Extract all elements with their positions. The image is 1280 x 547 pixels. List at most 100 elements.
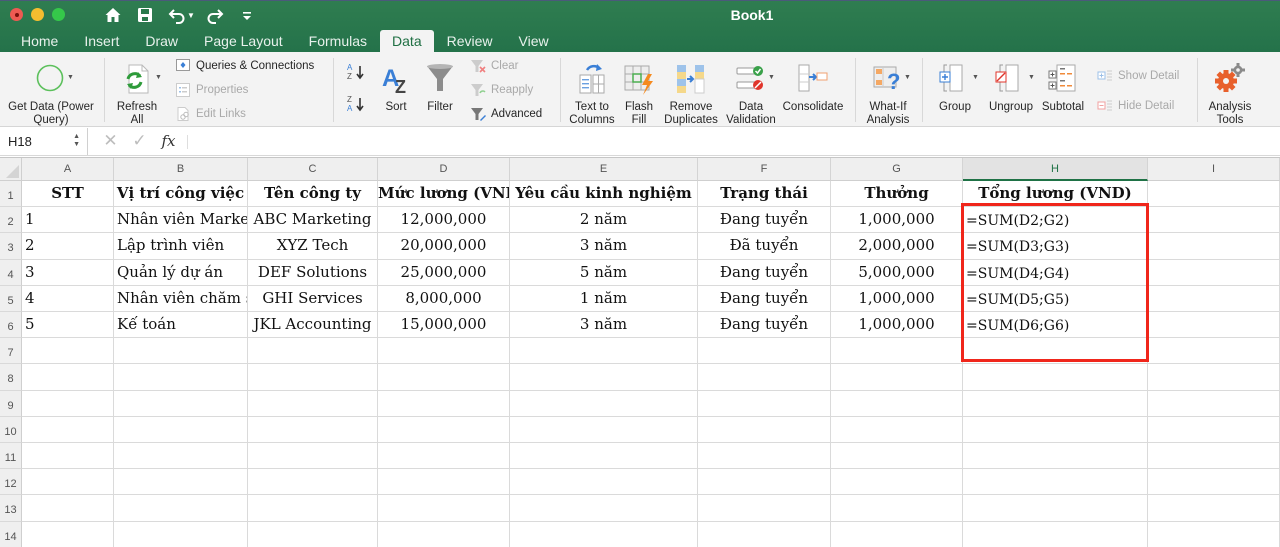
cell-d7[interactable] (378, 338, 510, 365)
cell-g11[interactable] (831, 443, 963, 470)
cell-b4[interactable]: Quản lý dự án (114, 259, 248, 286)
cell-b13[interactable] (114, 495, 248, 522)
cell-c8[interactable] (248, 364, 378, 391)
cell-i1[interactable] (1148, 181, 1280, 208)
cell-f5[interactable]: Đang tuyển (698, 285, 831, 312)
cell-a9[interactable] (22, 390, 114, 417)
row-header-9[interactable]: 9 (0, 390, 22, 417)
column-header-e[interactable]: E (510, 158, 698, 181)
cell-h7[interactable] (963, 338, 1148, 365)
cell-g14[interactable] (831, 521, 963, 547)
cell-f14[interactable] (698, 521, 831, 547)
cell-e14[interactable] (510, 521, 698, 547)
edit-links-button[interactable]: Edit Links (175, 105, 246, 123)
cell-a2[interactable]: 1 (22, 207, 114, 234)
cell-f11[interactable] (698, 443, 831, 470)
cell-c14[interactable] (248, 521, 378, 547)
get-data-dropdown-icon[interactable]: ▼ (67, 74, 74, 81)
cell-b14[interactable] (114, 521, 248, 547)
cell-d1[interactable]: Mức lương (VND) (378, 181, 510, 208)
cell-g5[interactable]: 1,000,000 (831, 285, 963, 312)
row-header-12[interactable]: 12 (0, 469, 22, 496)
cell-e1[interactable]: Yêu cầu kinh nghiệm (510, 181, 698, 208)
column-header-h[interactable]: H (963, 158, 1148, 181)
cell-h10[interactable] (963, 416, 1148, 443)
cell-i8[interactable] (1148, 364, 1280, 391)
cell-f3[interactable]: Đã tuyển (698, 233, 831, 260)
cell-f1[interactable]: Trạng thái (698, 181, 831, 208)
cell-a4[interactable]: 3 (22, 259, 114, 286)
spreadsheet-grid[interactable]: A B C D E F G H I 1 STT Vị trí công việc Tên công ty… (0, 157, 1280, 547)
cell-b8[interactable] (114, 364, 248, 391)
cell-b11[interactable] (114, 443, 248, 470)
remove-duplicates-button[interactable]: Remove Duplicates (660, 62, 722, 127)
cell-c10[interactable] (248, 416, 378, 443)
cell-a3[interactable]: 2 (22, 233, 114, 260)
cell-f7[interactable] (698, 338, 831, 365)
cell-i11[interactable] (1148, 443, 1280, 470)
ungroup-dropdown-icon[interactable]: ▼ (1028, 74, 1035, 81)
group-button[interactable]: Group (930, 62, 980, 114)
cell-f10[interactable] (698, 416, 831, 443)
tab-review[interactable]: Review (434, 30, 506, 53)
column-header-i[interactable]: I (1148, 158, 1280, 181)
cell-h13[interactable] (963, 495, 1148, 522)
row-header-4[interactable]: 4 (0, 259, 22, 286)
select-all-button[interactable] (0, 158, 22, 181)
sort-z-to-a-button[interactable]: ZA (344, 94, 368, 118)
cell-g2[interactable]: 1,000,000 (831, 207, 963, 234)
subtotal-button[interactable]: Subtotal (1038, 62, 1088, 114)
ungroup-button[interactable]: Ungroup (984, 62, 1038, 114)
cell-c9[interactable] (248, 390, 378, 417)
row-header-8[interactable]: 8 (0, 364, 22, 391)
advanced-filter-button[interactable]: Advanced (470, 105, 542, 123)
reapply-button[interactable]: Reapply (470, 81, 533, 99)
cell-f4[interactable]: Đang tuyển (698, 259, 831, 286)
flash-fill-button[interactable]: Flash Fill (620, 62, 658, 127)
cell-c3[interactable]: XYZ Tech (248, 233, 378, 260)
cell-f9[interactable] (698, 390, 831, 417)
cell-h9[interactable] (963, 390, 1148, 417)
name-box[interactable]: H18 ▲ ▼ (0, 128, 88, 155)
clear-filter-button[interactable]: Clear (470, 57, 518, 75)
cell-i13[interactable] (1148, 495, 1280, 522)
column-header-a[interactable]: A (22, 158, 114, 181)
cell-e4[interactable]: 5 năm (510, 259, 698, 286)
cell-b6[interactable]: Kế toán (114, 312, 248, 339)
cell-e3[interactable]: 3 năm (510, 233, 698, 260)
enter-formula-icon[interactable]: ✓ (125, 131, 154, 151)
cell-e8[interactable] (510, 364, 698, 391)
sort-button[interactable]: AZ Sort (378, 62, 414, 114)
cell-a5[interactable]: 4 (22, 285, 114, 312)
formula-input[interactable] (192, 129, 1272, 153)
cell-c6[interactable]: JKL Accounting (248, 312, 378, 339)
cell-c12[interactable] (248, 469, 378, 496)
group-dropdown-icon[interactable]: ▼ (972, 74, 979, 81)
cell-d3[interactable]: 20,000,000 (378, 233, 510, 260)
cell-g6[interactable]: 1,000,000 (831, 312, 963, 339)
refresh-all-button[interactable]: Refresh All (110, 62, 164, 127)
cell-b9[interactable] (114, 390, 248, 417)
cell-i5[interactable] (1148, 285, 1280, 312)
cell-a11[interactable] (22, 443, 114, 470)
cell-i6[interactable] (1148, 312, 1280, 339)
column-header-d[interactable]: D (378, 158, 510, 181)
cell-c4[interactable]: DEF Solutions (248, 259, 378, 286)
row-header-2[interactable]: 2 (0, 207, 22, 234)
queries-connections-button[interactable]: Queries & Connections (175, 57, 314, 75)
sort-a-to-z-button[interactable]: AZ (344, 62, 368, 86)
hide-detail-button[interactable]: Hide Detail (1097, 97, 1174, 115)
cell-c1[interactable]: Tên công ty (248, 181, 378, 208)
cell-b1[interactable]: Vị trí công việc (114, 181, 248, 208)
tab-formulas[interactable]: Formulas (296, 30, 380, 53)
cell-b2[interactable]: Nhân viên Marketing (114, 207, 248, 234)
what-if-dropdown-icon[interactable]: ▼ (904, 74, 911, 81)
cell-h5[interactable]: =SUM(D5;G5) (963, 285, 1148, 312)
show-detail-button[interactable]: Show Detail (1097, 67, 1179, 85)
cell-b5[interactable]: Nhân viên chăm sóc khách hàng (114, 285, 248, 312)
cell-e5[interactable]: 1 năm (510, 285, 698, 312)
cell-c13[interactable] (248, 495, 378, 522)
cell-g13[interactable] (831, 495, 963, 522)
cell-d10[interactable] (378, 416, 510, 443)
row-header-14[interactable]: 14 (0, 521, 22, 547)
